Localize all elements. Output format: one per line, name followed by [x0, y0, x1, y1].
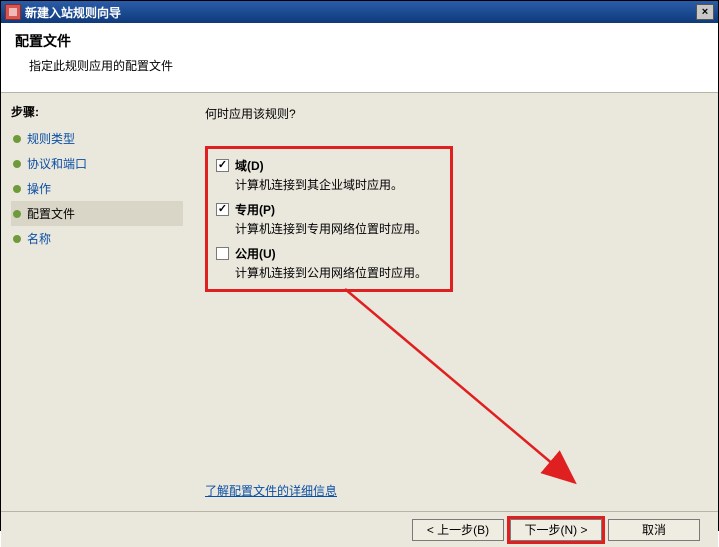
bullet-icon — [13, 135, 21, 143]
wizard-header: 配置文件 指定此规则应用的配置文件 — [1, 23, 718, 93]
step-label: 协议和端口 — [27, 155, 87, 172]
profile-desc-domain: 计算机连接到其企业域时应用。 — [235, 176, 434, 193]
checkbox-domain[interactable] — [216, 159, 229, 172]
profile-desc-public: 计算机连接到公用网络位置时应用。 — [235, 264, 434, 281]
steps-sidebar: 步骤: 规则类型 协议和端口 操作 配置文件 名称 — [1, 93, 189, 511]
step-profile[interactable]: 配置文件 — [11, 201, 183, 226]
profile-head: 公用(U) — [216, 245, 434, 262]
cancel-button[interactable]: 取消 — [608, 519, 700, 541]
learn-more-link[interactable]: 了解配置文件的详细信息 — [205, 482, 337, 499]
profile-label-private: 专用(P) — [235, 201, 275, 218]
step-label: 配置文件 — [27, 205, 75, 222]
profile-public: 公用(U) 计算机连接到公用网络位置时应用。 — [216, 245, 434, 281]
step-name[interactable]: 名称 — [11, 226, 183, 251]
window-title: 新建入站规则向导 — [25, 4, 696, 21]
profile-private: 专用(P) 计算机连接到专用网络位置时应用。 — [216, 201, 434, 237]
app-icon — [5, 4, 21, 20]
profile-head: 专用(P) — [216, 201, 434, 218]
profile-desc-private: 计算机连接到专用网络位置时应用。 — [235, 220, 434, 237]
wizard-body: 步骤: 规则类型 协议和端口 操作 配置文件 名称 何时 — [1, 93, 718, 511]
profile-domain: 域(D) 计算机连接到其企业域时应用。 — [216, 157, 434, 193]
bullet-icon — [13, 210, 21, 218]
main-panel: 何时应用该规则? 域(D) 计算机连接到其企业域时应用。 专用(P) 计算机连接… — [189, 93, 718, 511]
checkbox-public[interactable] — [216, 247, 229, 260]
step-rule-type[interactable]: 规则类型 — [11, 126, 183, 151]
profiles-highlight-box: 域(D) 计算机连接到其企业域时应用。 专用(P) 计算机连接到专用网络位置时应… — [205, 146, 453, 292]
wizard-window: 新建入站规则向导 × 配置文件 指定此规则应用的配置文件 步骤: 规则类型 协议… — [0, 0, 719, 531]
step-label: 操作 — [27, 180, 51, 197]
profile-label-public: 公用(U) — [235, 245, 276, 262]
bullet-icon — [13, 160, 21, 168]
step-protocol-port[interactable]: 协议和端口 — [11, 151, 183, 176]
bullet-icon — [13, 235, 21, 243]
step-action[interactable]: 操作 — [11, 176, 183, 201]
next-button[interactable]: 下一步(N) > — [510, 519, 602, 541]
step-label: 名称 — [27, 230, 51, 247]
page-title: 配置文件 — [15, 31, 704, 51]
checkbox-private[interactable] — [216, 203, 229, 216]
wizard-footer: < 上一步(B) 下一步(N) > 取消 — [1, 511, 718, 547]
steps-title: 步骤: — [11, 103, 183, 120]
close-button[interactable]: × — [696, 4, 714, 20]
step-label: 规则类型 — [27, 130, 75, 147]
profile-label-domain: 域(D) — [235, 157, 264, 174]
question-text: 何时应用该规则? — [205, 105, 694, 122]
titlebar: 新建入站规则向导 × — [1, 1, 718, 23]
page-subtitle: 指定此规则应用的配置文件 — [29, 57, 704, 74]
back-button[interactable]: < 上一步(B) — [412, 519, 504, 541]
bullet-icon — [13, 185, 21, 193]
profile-head: 域(D) — [216, 157, 434, 174]
